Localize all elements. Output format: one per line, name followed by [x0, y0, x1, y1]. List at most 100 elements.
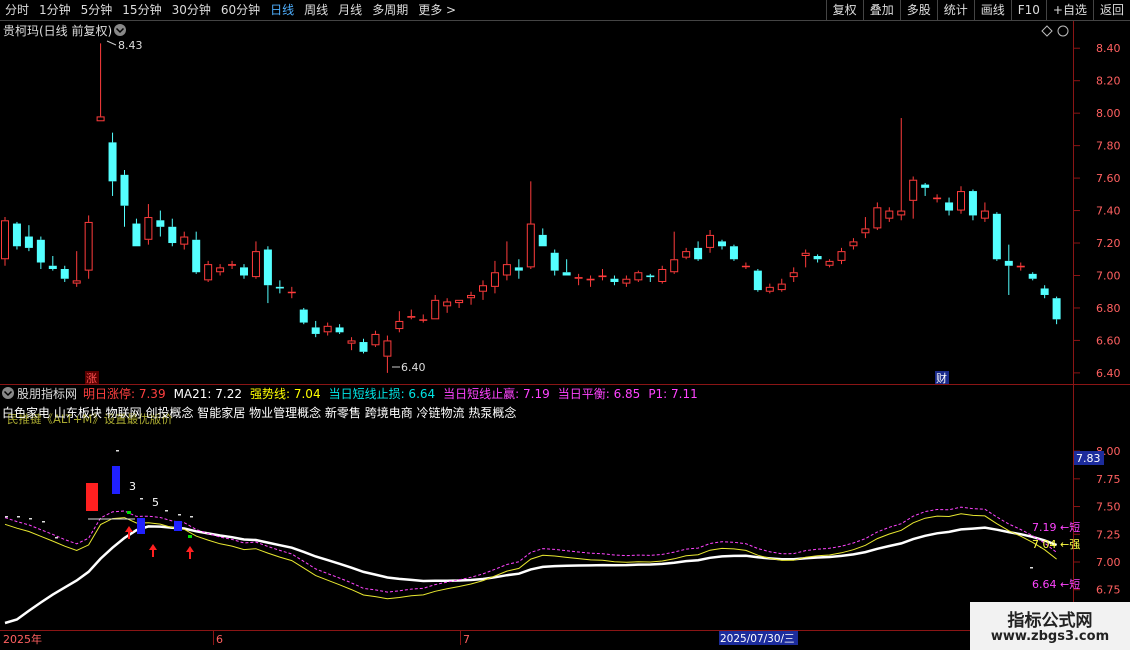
candle[interactable] — [1, 217, 9, 266]
candle[interactable] — [980, 202, 989, 222]
candle[interactable] — [634, 270, 643, 282]
candle[interactable] — [1016, 262, 1025, 271]
candle[interactable] — [718, 239, 726, 250]
candle[interactable] — [897, 118, 906, 221]
candle[interactable] — [120, 169, 129, 227]
candle[interactable] — [192, 231, 201, 274]
candle[interactable] — [550, 249, 559, 276]
candle[interactable] — [36, 236, 45, 269]
candle[interactable] — [598, 268, 607, 281]
candle[interactable] — [407, 309, 416, 320]
candle[interactable] — [861, 217, 870, 239]
candle[interactable] — [957, 186, 965, 214]
candle[interactable] — [156, 210, 165, 237]
candle[interactable] — [682, 247, 691, 260]
candle[interactable] — [490, 260, 499, 294]
candle[interactable] — [753, 268, 762, 292]
candle[interactable] — [789, 267, 798, 282]
candle[interactable] — [240, 264, 248, 279]
candle[interactable] — [968, 189, 977, 221]
candle[interactable] — [502, 241, 511, 281]
candle[interactable] — [251, 241, 260, 279]
candle[interactable] — [921, 182, 930, 196]
candle[interactable] — [849, 238, 858, 250]
candle[interactable] — [96, 43, 105, 122]
candle[interactable] — [455, 299, 464, 308]
candle[interactable] — [1040, 285, 1049, 299]
candle[interactable] — [24, 225, 33, 252]
candle[interactable] — [586, 275, 595, 287]
candle[interactable] — [741, 262, 750, 269]
candle[interactable] — [371, 330, 380, 347]
candle[interactable] — [538, 228, 547, 247]
candle[interactable] — [885, 207, 894, 222]
candle[interactable] — [909, 176, 918, 219]
candle[interactable] — [1028, 272, 1037, 281]
candle[interactable] — [801, 249, 810, 268]
signal-block-red[interactable] — [86, 483, 98, 511]
candle[interactable] — [777, 278, 786, 292]
candle[interactable] — [144, 204, 153, 245]
buy-arrow-icon[interactable] — [186, 546, 194, 559]
candle[interactable] — [299, 307, 308, 325]
candle[interactable] — [263, 246, 272, 304]
candle[interactable] — [347, 337, 356, 351]
candle[interactable] — [825, 259, 834, 268]
candle[interactable] — [228, 260, 237, 269]
candle[interactable] — [108, 132, 117, 196]
candle[interactable] — [395, 311, 404, 333]
candle[interactable] — [562, 259, 571, 276]
candle[interactable] — [945, 197, 954, 216]
candle[interactable] — [132, 218, 141, 247]
candle[interactable] — [526, 181, 535, 269]
indicator-chevron-down-icon[interactable] — [2, 387, 14, 399]
candle[interactable] — [311, 320, 320, 338]
chevron-down-icon[interactable] — [114, 24, 126, 36]
candle[interactable] — [168, 218, 177, 247]
candle[interactable] — [992, 212, 1001, 261]
candle[interactable] — [383, 335, 392, 373]
candle[interactable] — [323, 322, 332, 336]
candle[interactable] — [765, 283, 774, 294]
candle[interactable] — [359, 338, 368, 354]
candle[interactable] — [706, 230, 715, 253]
signal-block-blue[interactable] — [174, 521, 182, 531]
candle[interactable] — [48, 256, 57, 271]
candle[interactable] — [646, 273, 655, 282]
signal-block-blue[interactable] — [112, 466, 120, 494]
candle[interactable] — [419, 314, 428, 323]
kline-chart-canvas[interactable]: 8.40 8.20 8.00 7.80 7.60 7.40 7.20 7.00 6.80 6.60… — [0, 0, 1130, 650]
candle[interactable] — [514, 259, 523, 279]
candle[interactable] — [204, 260, 213, 282]
candle[interactable] — [60, 265, 69, 282]
candle[interactable] — [837, 247, 846, 265]
candle[interactable] — [610, 275, 619, 286]
candle[interactable] — [84, 215, 93, 279]
candle[interactable] — [933, 194, 942, 203]
candle[interactable] — [813, 254, 822, 263]
candle[interactable] — [216, 264, 225, 276]
candle[interactable] — [431, 294, 440, 320]
candle[interactable] — [670, 231, 679, 274]
candle[interactable] — [275, 280, 284, 294]
candle[interactable] — [622, 275, 631, 287]
diamond-icon[interactable] — [1041, 25, 1053, 37]
candle[interactable] — [287, 286, 296, 299]
candle[interactable] — [12, 221, 21, 250]
buy-arrow-icon[interactable] — [149, 544, 157, 557]
candle[interactable] — [574, 273, 583, 286]
candle[interactable] — [658, 265, 667, 284]
candle[interactable] — [180, 231, 189, 250]
candle[interactable] — [873, 202, 882, 231]
candle[interactable] — [335, 324, 344, 334]
candle[interactable] — [729, 244, 738, 261]
circle-settings-icon[interactable] — [1057, 25, 1069, 37]
candle[interactable] — [1052, 296, 1061, 325]
candle[interactable] — [72, 251, 81, 287]
candle[interactable] — [443, 298, 452, 313]
candle[interactable] — [694, 241, 703, 261]
candle[interactable] — [479, 280, 487, 300]
candle[interactable] — [467, 291, 476, 305]
candle[interactable] — [1004, 244, 1013, 295]
signal-block-blue[interactable] — [137, 518, 145, 534]
